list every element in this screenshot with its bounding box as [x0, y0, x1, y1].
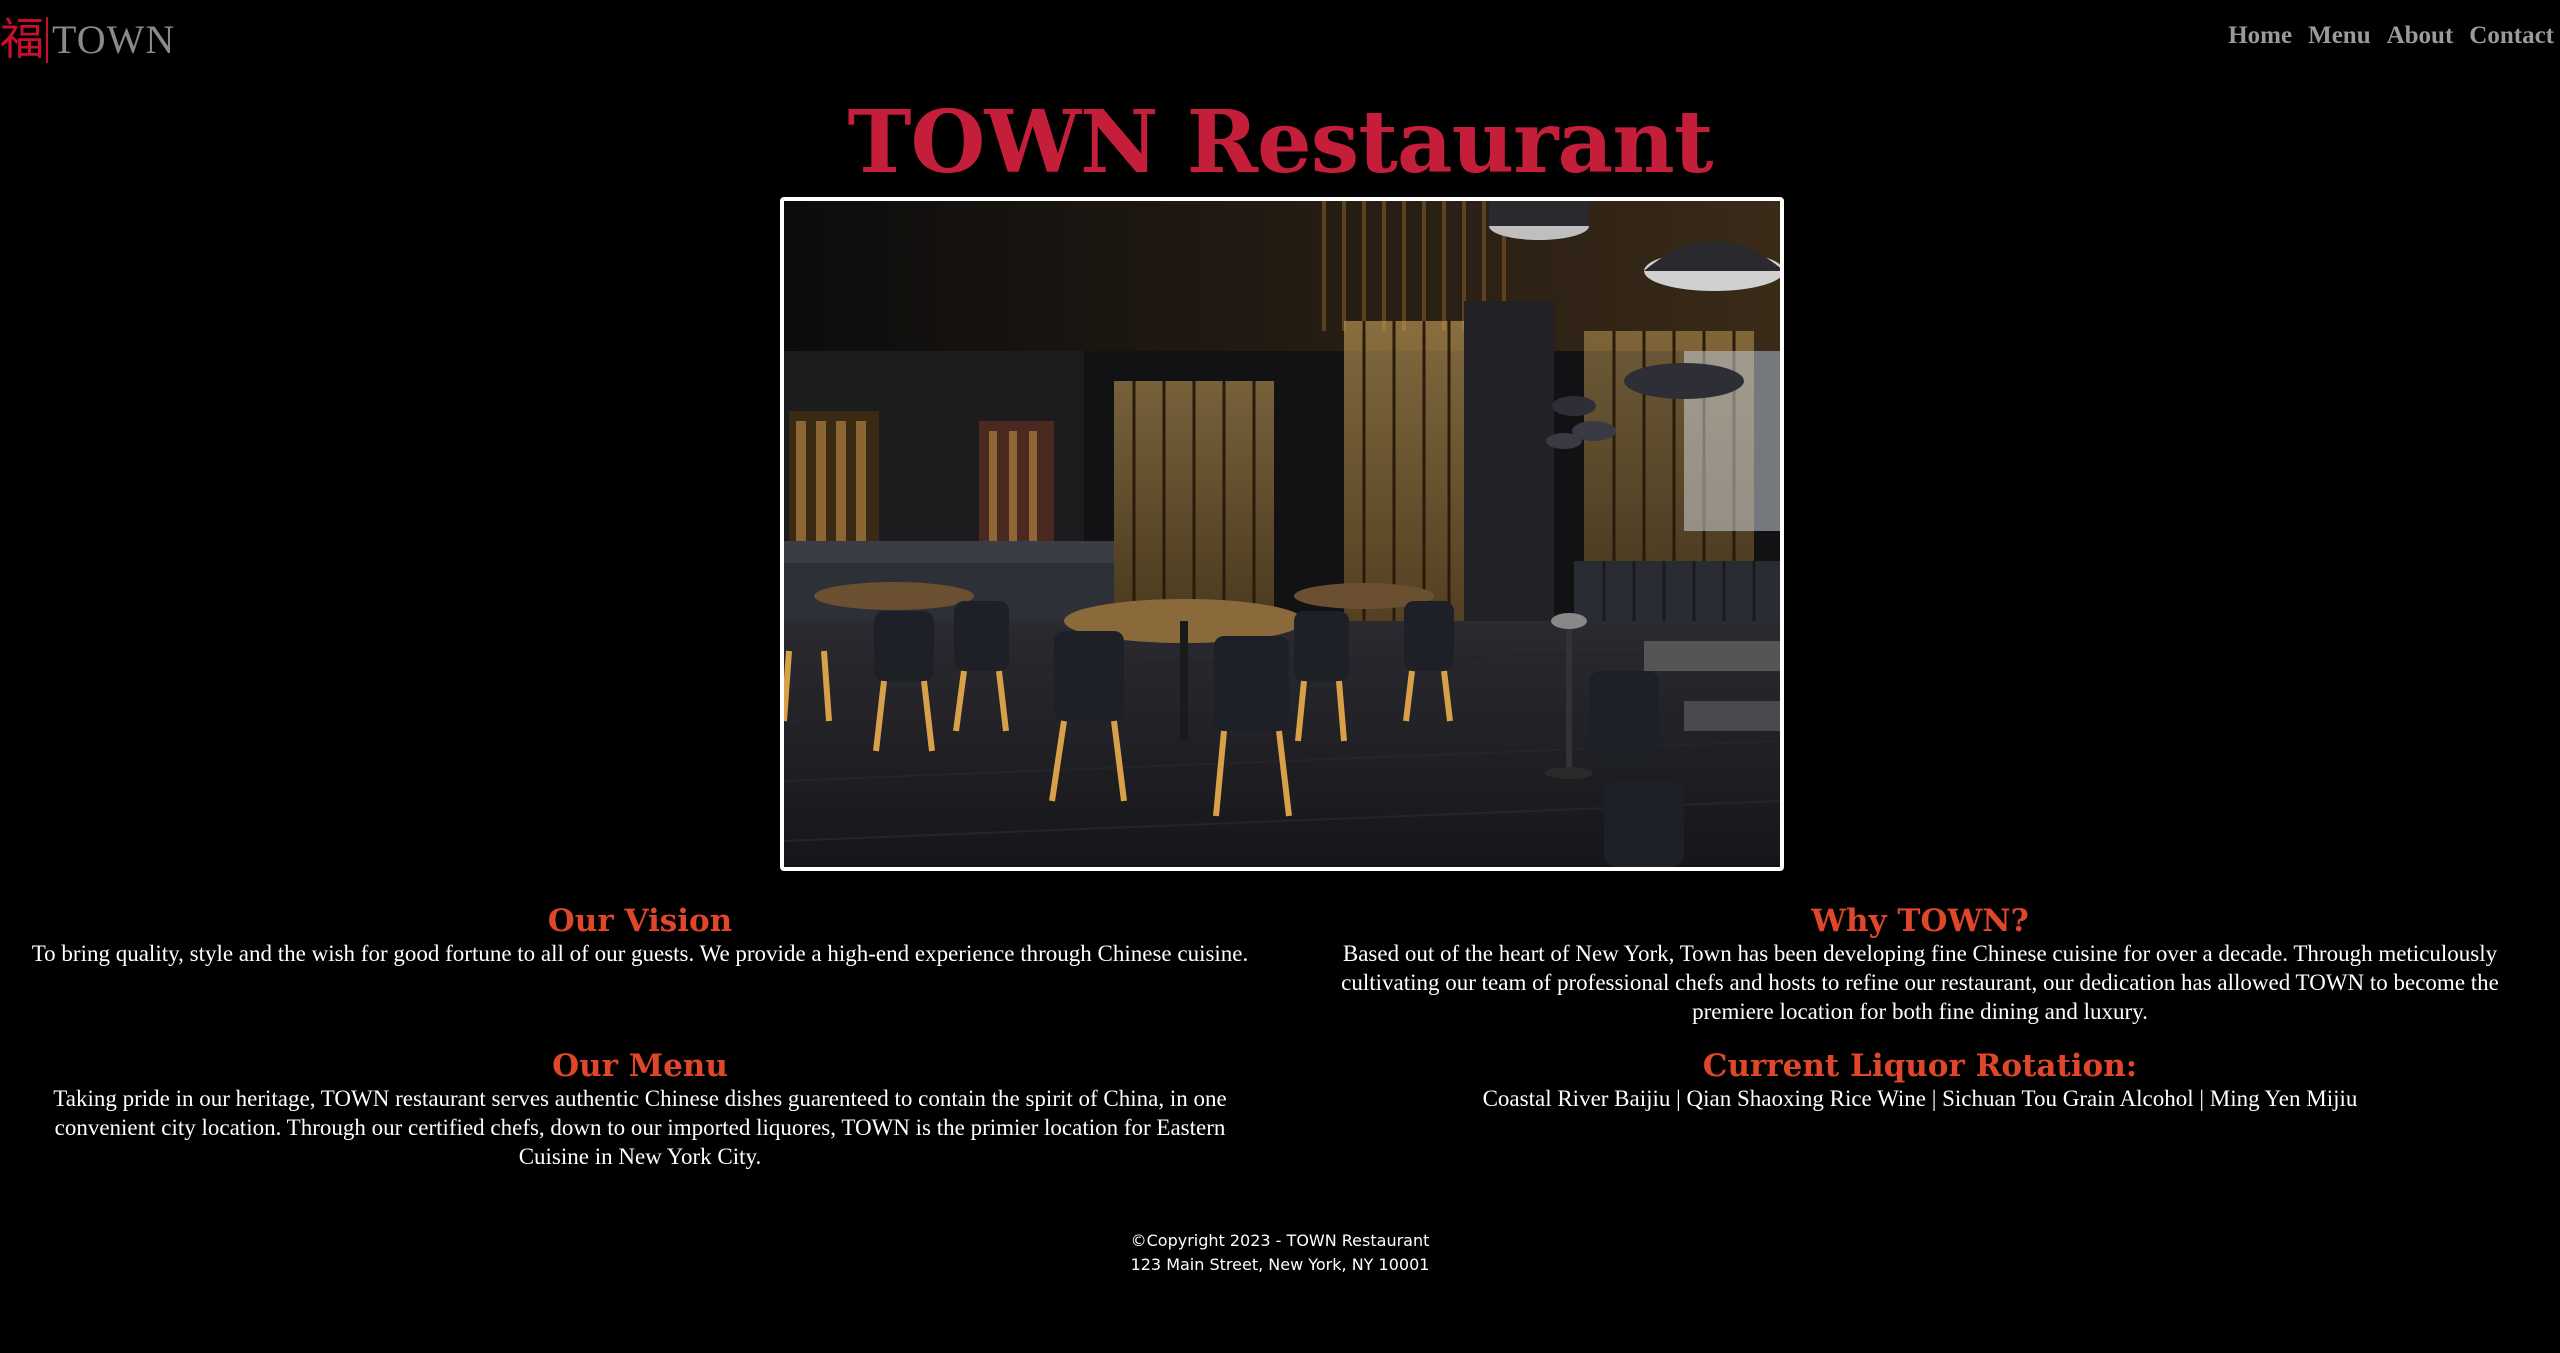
menu-heading: Our Menu: [552, 1048, 728, 1084]
logo[interactable]: 福 TOWN: [0, 10, 175, 70]
footer-copyright: ©Copyright 2023 - TOWN Restaurant: [1130, 1231, 1430, 1250]
nav-link-home[interactable]: Home: [2228, 22, 2292, 50]
logo-text: TOWN: [52, 17, 176, 62]
liquor-section: Current Liquor Rotation: Coastal River B…: [1298, 1048, 2542, 1113]
footer: ©Copyright 2023 - TOWN Restaurant 123 Ma…: [0, 1229, 2560, 1277]
liquor-body: Coastal River Baijiu | Qian Shaoxing Ric…: [1482, 1086, 2358, 1111]
nav-link-menu[interactable]: Menu: [2308, 22, 2371, 50]
nav-links: Home Menu About Contact: [2228, 22, 2554, 50]
why-town-section: Why TOWN? Based out of the heart of New …: [1298, 903, 2542, 1026]
logo-divider: [46, 17, 48, 63]
why-town-heading: Why TOWN?: [1811, 903, 2029, 939]
vision-heading: Our Vision: [547, 903, 733, 939]
menu-body: Taking pride in our heritage, TOWN resta…: [53, 1086, 1227, 1169]
vision-body: To bring quality, style and the wish for…: [31, 941, 1249, 966]
menu-section: Our Menu Taking pride in our heritage, T…: [18, 1048, 1262, 1171]
page-title: TOWN Restaurant: [847, 92, 1714, 193]
vision-section: Our Vision To bring quality, style and t…: [18, 903, 1262, 968]
nav-link-contact[interactable]: Contact: [2469, 22, 2554, 50]
top-nav: 福 TOWN Home Menu About Contact: [0, 0, 2560, 80]
restaurant-interior-photo: [784, 201, 1780, 867]
why-town-body: Based out of the heart of New York, Town…: [1341, 941, 2499, 1024]
fortune-character-icon: 福: [0, 14, 44, 65]
hero-image: [780, 197, 1784, 871]
liquor-heading: Current Liquor Rotation:: [1702, 1048, 2138, 1084]
footer-address: 123 Main Street, New York, NY 10001: [1130, 1255, 1430, 1274]
nav-link-about[interactable]: About: [2387, 22, 2454, 50]
